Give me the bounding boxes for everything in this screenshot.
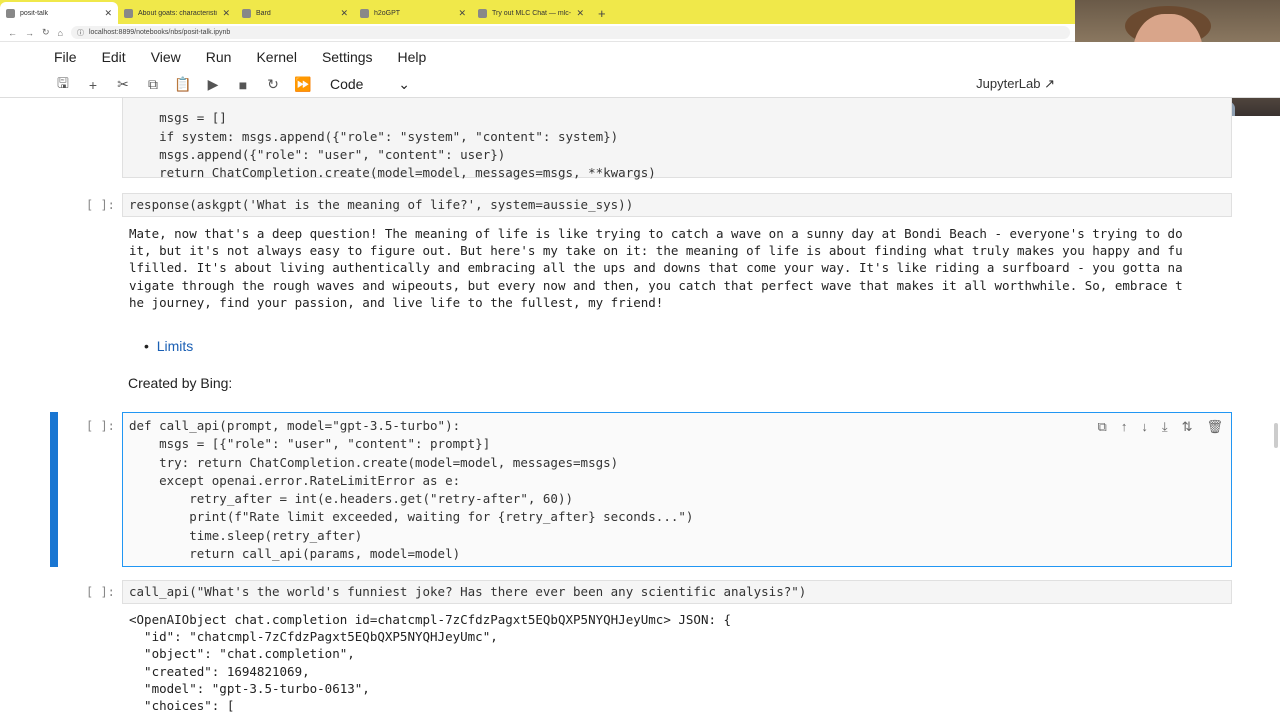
fast-forward-icon[interactable]: ⏩ [288,76,318,93]
code-line: msgs = [] [129,110,227,126]
browser-tab-2[interactable]: Bard ✕ [236,2,354,24]
cut-icon[interactable]: ✂ [108,76,138,93]
code-cell-askgpt[interactable]: msgs = [] if system: msgs.append({"role"… [122,98,1232,180]
code-line: time.sleep(retry_after) [129,527,363,543]
menu-edit[interactable]: Edit [102,49,126,65]
browser-tab-4[interactable]: Try out MLC Chat — mlc-llm 0✕ [472,2,590,24]
restart-icon[interactable]: ↻ [258,76,288,93]
tab-favicon-icon [242,8,251,18]
url-field[interactable]: ⓘ localhost:8899/notebooks/nbs/posit-talk… [70,26,1070,39]
code-line: except openai.error.RateLimitError as e: [129,472,461,488]
notebook-toolbar: 🖫 + ✂ ⧉ 📋 ▶ ■ ↻ ⏩ Code ⌄ JupyterLab ↗ [0,72,1280,98]
code-line: msgs.append({"role": "user", "content": … [129,146,506,162]
close-tab-icon[interactable]: ✕ [104,8,112,19]
browser-tab-3[interactable]: h2oGPT ✕ [354,2,472,24]
close-tab-icon[interactable]: ✕ [340,8,348,19]
reload-icon[interactable]: ↻ [42,27,50,38]
code-line: return call_api(params, model=model) [129,546,461,562]
menu-settings[interactable]: Settings [322,49,373,65]
delete-cell-icon[interactable]: 🗑 [1206,419,1223,435]
jupyter-menu-bar: File Edit View Run Kernel Settings Help [0,42,1280,72]
new-tab-button[interactable]: + [590,6,614,24]
code-line: call_api("What's the world's funniest jo… [129,584,807,599]
back-icon[interactable]: ← [8,28,17,38]
run-icon[interactable]: ▶ [198,76,228,93]
output-line: "choices": [ [129,698,235,714]
move-down-icon[interactable]: ↓ [1141,419,1148,435]
markdown-text: Created by Bing: [128,375,233,391]
code-line: return ChatCompletion.create(model=model… [129,165,656,181]
output-line: "model": "gpt-3.5-turbo-0613", [129,680,370,696]
output-line: <OpenAIObject chat.completion id=chatcmp… [129,612,732,627]
response-output: Mate, now that's a deep question! The me… [129,225,1183,311]
copy-icon[interactable]: ⧉ [138,76,168,93]
output-line: "id": "chatcmpl-7zCfdzPagxt5EQbQXP5NYQHJ… [129,629,498,645]
code-line: response(askgpt('What is the meaning of … [129,197,634,212]
active-cell-indicator [50,412,58,567]
cell-prompt: [ ]: [86,585,115,599]
close-tab-icon[interactable]: ✕ [576,8,584,19]
menu-view[interactable]: View [151,49,181,65]
menu-file[interactable]: File [54,49,77,65]
scrollbar[interactable] [1274,423,1278,448]
save-icon[interactable]: 🖫 [48,73,78,97]
code-cell-response[interactable]: response(askgpt('What is the meaning of … [122,193,1232,217]
chevron-down-icon: ⌄ [398,76,410,92]
forward-icon[interactable]: → [25,28,34,38]
cell-prompt: [ ]: [86,198,115,212]
output-line: "object": "chat.completion", [129,646,355,662]
code-line: try: return ChatCompletion.create(model=… [129,454,619,470]
move-up-icon[interactable]: ↑ [1121,419,1128,435]
browser-tab-1[interactable]: About goats: characteristics &✕ [118,2,236,24]
home-icon[interactable]: ⌂ [58,28,63,38]
limits-link[interactable]: Limits [157,338,194,354]
info-icon: ⓘ [76,29,84,37]
insert-below-icon[interactable]: ⤓ [1162,419,1168,435]
cell-toolbar: ⧉ ↑ ↓ ⤓ ⇅ 🗑 [1098,419,1223,435]
code-cell-joke[interactable]: call_api("What's the world's funniest jo… [122,580,1232,604]
jupyterlab-link[interactable]: JupyterLab ↗ [976,76,1055,92]
menu-kernel[interactable]: Kernel [256,49,296,65]
output-line: vigate through the rough waves and wipeo… [129,277,1183,293]
code-line: retry_after = int(e.headers.get("retry-a… [129,491,574,507]
menu-help[interactable]: Help [398,49,427,65]
code-line: def call_api(prompt, model="gpt-3.5-turb… [129,418,461,433]
markdown-bullet: • Limits [144,338,194,354]
tab-favicon-icon [124,8,133,18]
paste-icon[interactable]: 📋 [168,76,198,93]
close-tab-icon[interactable]: ✕ [458,8,466,19]
cell-prompt: [ ]: [86,419,115,433]
code-line: msgs = [{"role": "user", "content": prom… [129,436,491,452]
notebook-area: msgs = [] if system: msgs.append({"role"… [0,98,1280,720]
output-line: it, but it's not always easy to figure o… [129,243,1183,259]
split-cell-icon[interactable]: ⇅ [1182,419,1193,435]
code-cell-call-api[interactable]: ⧉ ↑ ↓ ⤓ ⇅ 🗑 def call_api(prompt, model="… [122,412,1232,567]
output-line: he journey, find your passion, and live … [129,294,664,310]
joke-output: <OpenAIObject chat.completion id=chatcmp… [129,611,731,714]
external-link-icon: ↗ [1044,76,1055,91]
browser-tab-0[interactable]: posit-talk ✕ [0,2,118,24]
output-line: "created": 1694821069, [129,663,310,679]
code-line: if system: msgs.append({"role": "system"… [129,128,619,144]
duplicate-cell-icon[interactable]: ⧉ [1098,419,1107,435]
code-line: print(f"Rate limit exceeded, waiting for… [129,509,694,525]
tab-favicon-icon [360,8,369,18]
cell-type-select[interactable]: Code ⌄ [330,76,410,93]
tab-favicon-icon [478,8,487,18]
output-line: Mate, now that's a deep question! The me… [129,226,1183,241]
add-cell-icon[interactable]: + [78,77,108,93]
code-line-cut [123,98,1231,109]
tab-favicon-icon [6,8,15,18]
menu-run[interactable]: Run [206,49,232,65]
close-tab-icon[interactable]: ✕ [222,8,230,19]
output-line: lfilled. It's about living authentically… [129,260,1183,276]
stop-icon[interactable]: ■ [228,77,258,93]
